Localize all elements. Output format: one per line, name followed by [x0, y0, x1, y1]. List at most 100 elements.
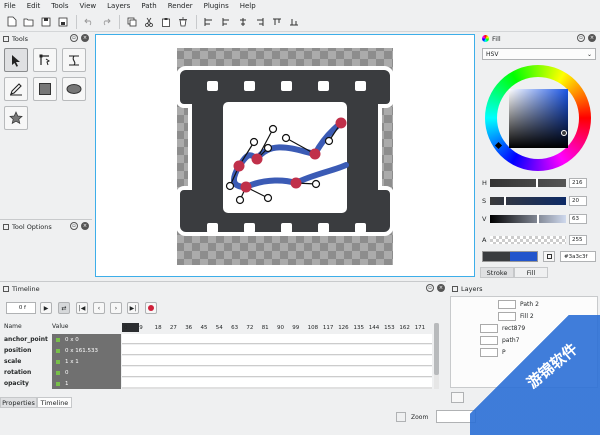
next-frame-icon: ›	[114, 304, 118, 312]
float-panel-icon[interactable]: ▫	[70, 222, 78, 230]
tab-timeline[interactable]: Timeline	[37, 397, 72, 408]
eyedropper-button[interactable]	[543, 251, 555, 262]
pencil-icon	[10, 83, 22, 96]
saturation-value-square[interactable]	[509, 89, 568, 148]
play-button[interactable]: ▶	[40, 302, 52, 314]
color-model-value: HSV	[486, 50, 499, 58]
new-file-icon[interactable]	[4, 14, 19, 29]
ruler-tick: 108	[307, 325, 319, 331]
align-right-icon[interactable]	[252, 14, 267, 29]
alpha-slider[interactable]	[490, 236, 566, 244]
align-center-icon[interactable]	[235, 14, 250, 29]
tab-stroke[interactable]: Stroke	[480, 267, 514, 278]
value-field[interactable]: 63	[569, 214, 587, 224]
vertical-scrollbar[interactable]	[434, 323, 439, 389]
align-top-icon[interactable]	[269, 14, 284, 29]
ruler-tick: 45	[200, 325, 208, 331]
hex-color-field[interactable]: #3a3c3f	[560, 251, 596, 262]
undo-icon[interactable]	[81, 14, 96, 29]
align-bottom-icon[interactable]	[286, 14, 301, 29]
zoom-fit-button[interactable]	[396, 412, 406, 422]
menu-item-plugins[interactable]: Plugins	[204, 2, 229, 10]
keyframe-track[interactable]	[122, 356, 432, 366]
keyframe-track[interactable]	[122, 367, 432, 377]
keyframe-track[interactable]	[122, 345, 432, 355]
property-value[interactable]: 1 x 1	[52, 356, 121, 367]
bezier-tool-button[interactable]	[62, 48, 86, 72]
saturation-field[interactable]: 20	[569, 196, 587, 206]
ellipse-tool-button[interactable]	[62, 77, 86, 101]
close-panel-icon[interactable]: ×	[437, 284, 445, 292]
copy-icon[interactable]	[124, 14, 139, 29]
open-file-icon[interactable]	[21, 14, 36, 29]
property-value-text: 1	[65, 380, 69, 387]
saturation-slider[interactable]	[490, 196, 566, 206]
toolbar-separator	[119, 14, 120, 29]
canvas-viewport[interactable]	[95, 34, 475, 277]
paste-icon[interactable]	[158, 14, 173, 29]
close-panel-icon[interactable]: ×	[588, 34, 596, 42]
node-edit-icon	[39, 54, 50, 66]
property-value[interactable]: 1	[52, 378, 121, 389]
next-frame-button[interactable]: ›	[110, 302, 122, 314]
save-icon[interactable]	[38, 14, 53, 29]
property-value[interactable]: 0 x 161.533	[52, 345, 121, 356]
hue-field[interactable]: 216	[569, 178, 587, 188]
first-frame-icon: |◀	[78, 304, 86, 312]
layer-row[interactable]: Path 2	[450, 299, 595, 310]
close-panel-icon[interactable]: ×	[81, 222, 89, 230]
align-left-icon[interactable]	[218, 14, 233, 29]
add-layer-button[interactable]	[451, 392, 464, 403]
frame-spinbox[interactable]: 0 f	[6, 302, 36, 314]
property-value[interactable]: 0 x 0	[52, 334, 121, 345]
main-toolbar	[0, 12, 600, 32]
align-icon[interactable]	[201, 14, 216, 29]
menu-item-layers[interactable]: Layers	[107, 2, 130, 10]
save-as-icon[interactable]	[55, 14, 70, 29]
alpha-field[interactable]: 255	[569, 235, 587, 245]
tool-options-header: Tool Options	[0, 221, 92, 232]
loop-button[interactable]: ⇄	[58, 302, 70, 314]
menu-item-render[interactable]: Render	[168, 2, 193, 10]
animatable-icon	[56, 337, 60, 342]
float-panel-icon[interactable]: ▫	[70, 34, 78, 42]
color-picker-handle[interactable]	[561, 130, 567, 136]
first-frame-button[interactable]: |◀	[76, 302, 88, 314]
star-tool-button[interactable]	[4, 106, 28, 130]
delete-icon[interactable]	[175, 14, 190, 29]
menu-item-file[interactable]: File	[4, 2, 16, 10]
float-panel-icon[interactable]: ▫	[426, 284, 434, 292]
value-slider[interactable]	[490, 214, 566, 224]
redo-icon[interactable]	[98, 14, 113, 29]
close-panel-icon[interactable]: ×	[81, 34, 89, 42]
last-frame-button[interactable]: ▶|	[127, 302, 139, 314]
tab-fill[interactable]: Fill	[514, 267, 548, 278]
tool-options-icon	[3, 223, 9, 230]
keyframe-track[interactable]	[122, 334, 432, 344]
float-panel-icon[interactable]: ▫	[577, 34, 585, 42]
menu-item-edit[interactable]: Edit	[27, 2, 41, 10]
property-value[interactable]: 0	[52, 367, 121, 378]
tab-properties[interactable]: Properties	[0, 397, 37, 408]
record-button[interactable]	[145, 302, 157, 314]
cut-icon[interactable]	[141, 14, 156, 29]
animatable-icon	[56, 348, 60, 353]
hex-color-value: #3a3c3f	[564, 253, 588, 260]
layer-thumbnail	[498, 300, 516, 309]
animatable-icon	[56, 381, 60, 386]
prev-frame-button[interactable]: ‹	[93, 302, 105, 314]
select-tool-button[interactable]	[4, 48, 28, 72]
draw-tool-button[interactable]	[4, 77, 28, 101]
menu-item-path[interactable]: Path	[141, 2, 156, 10]
color-model-select[interactable]: HSV ⌄	[482, 48, 596, 60]
menu-item-view[interactable]: View	[80, 2, 97, 10]
node-tool-button[interactable]	[33, 48, 57, 72]
timeline-scrollbar[interactable]	[122, 387, 432, 389]
rectangle-tool-button[interactable]	[33, 77, 57, 101]
palette-icon	[482, 35, 489, 42]
property-value-text: 1 x 1	[65, 358, 79, 365]
menu-item-help[interactable]: Help	[240, 2, 256, 10]
menu-item-tools[interactable]: Tools	[51, 2, 68, 10]
property-value-text: 0	[65, 369, 69, 376]
hue-slider[interactable]	[490, 178, 566, 188]
